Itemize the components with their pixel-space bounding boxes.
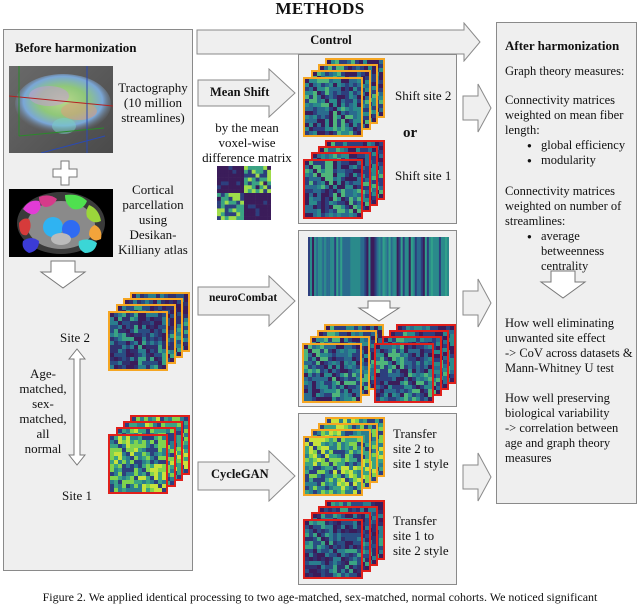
- eliminating-site-effect-section: How well eliminating unwanted site effec…: [505, 316, 637, 376]
- cyclegan-label: CycleGAN: [211, 467, 269, 482]
- after-harmonization-panel: After harmonization Graph theory measure…: [496, 22, 637, 504]
- bullet-average-betweenness-centrality: average betweennesscentrality: [527, 229, 637, 274]
- before-harmonization-panel: Before harmonization Tractography: [3, 29, 193, 571]
- figure-caption: Figure 2. We applied identical processin…: [0, 590, 640, 605]
- mean-shift-result-panel: Shift site 2 or Shift site 1: [298, 54, 457, 224]
- cyclegan-result-panel: Transfer site 2 to site 1 style Transfer…: [298, 413, 457, 585]
- neurocombat-result-panel: [298, 230, 457, 407]
- after-heading: After harmonization: [505, 38, 619, 53]
- down-arrow-icon: [357, 300, 401, 322]
- right-arrow-icon: [462, 452, 492, 502]
- transfer-site-2-label: Transfer site 2 to site 1 style: [393, 426, 449, 471]
- down-arrow-icon: [539, 270, 587, 300]
- connectivity-matrix: [303, 159, 363, 219]
- transfer-site-1-label: Transfer site 1 to site 2 style: [393, 513, 449, 558]
- or-label: or: [403, 125, 417, 142]
- before-heading: Before harmonization: [15, 40, 136, 55]
- shifted-site-1-stack: [303, 140, 387, 222]
- parcellation-label: Cortical parcellation using Desikan- Kil…: [114, 182, 192, 257]
- shift-site-1-label: Shift site 1: [395, 168, 451, 183]
- streamlines-section: Connectivity matrices weighted on number…: [505, 184, 637, 274]
- transferred-site-1-stack: [303, 500, 387, 582]
- combat-strip-graphic: [308, 237, 449, 296]
- shifted-site-2-stack: [303, 58, 387, 140]
- down-arrow-icon: [39, 260, 87, 290]
- fiber-length-section: Connectivity matrices weighted on mean f…: [505, 93, 637, 168]
- neurocombat-label: neuroCombat: [209, 292, 277, 304]
- bullet-modularity: modularity: [527, 153, 637, 168]
- transferred-site-2-stack: [303, 417, 387, 499]
- connectivity-matrix: [302, 343, 362, 403]
- parcellation-brain-graphic: [9, 189, 113, 257]
- graph-theory-measures: Graph theory measures:: [505, 64, 624, 79]
- site-1-label: Site 1: [62, 488, 92, 503]
- control-label: Control: [196, 33, 466, 48]
- site-1-matrix-stack: [108, 415, 192, 497]
- connectivity-matrix: [374, 343, 434, 403]
- connectivity-matrix: [303, 519, 363, 579]
- tractography-label: Tractography (10 million streamlines): [114, 80, 192, 125]
- combat-site-1-stack: [374, 324, 458, 406]
- tractography-brain-graphic: [9, 66, 113, 153]
- difference-matrix: [217, 166, 271, 220]
- cohort-description: Age- matched, sex- matched, all normal: [18, 366, 68, 456]
- right-arrow-icon: [462, 83, 492, 133]
- plus-icon: [52, 160, 78, 186]
- connectivity-matrix: [303, 77, 363, 137]
- difference-matrix-graphic: [217, 166, 271, 220]
- bullet-global-efficiency: global efficiency: [527, 138, 637, 153]
- site-2-matrix-stack: [108, 292, 192, 374]
- right-arrow-icon: [462, 278, 492, 328]
- mean-shift-label: Mean Shift: [210, 85, 269, 100]
- figure-title: METHODS: [0, 0, 640, 19]
- double-arrow-icon: [68, 348, 86, 466]
- shift-site-2-label: Shift site 2: [395, 88, 451, 103]
- preserving-variability-section: How well preserving biological variabili…: [505, 391, 637, 466]
- site-2-label: Site 2: [60, 330, 90, 345]
- connectivity-matrix: [108, 311, 168, 371]
- parcellation-image: [9, 189, 113, 257]
- combat-feature-matrix: [308, 237, 449, 296]
- tractography-image: [9, 66, 113, 153]
- connectivity-matrix: [108, 434, 168, 494]
- mean-shift-description: by the mean voxel-wise difference matrix: [198, 120, 296, 165]
- connectivity-matrix: [303, 436, 363, 496]
